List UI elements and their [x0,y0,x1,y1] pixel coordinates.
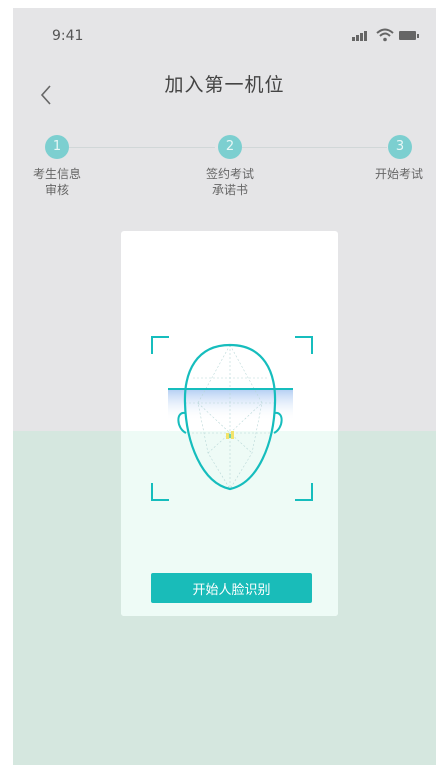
status-icons [346,28,426,44]
step-connector [242,147,387,148]
step-3-label-line1: 开始考试 [374,167,423,181]
step-2-label-line1: 签约考试 [205,167,254,181]
step-3-indicator: 3 [388,135,412,159]
step-1-label: 考生信息 审核 [22,166,92,198]
step-2-label: 签约考试 承诺书 [195,166,265,198]
step-connector [69,147,215,148]
scan-frame-corner-icon [295,483,313,501]
step-2-indicator: 2 [218,135,242,159]
step-1-label-line1: 考生信息 [32,167,81,181]
status-time: 9:41 [52,28,84,44]
wifi-icon [376,28,394,42]
scan-frame-corner-icon [151,336,169,354]
face-scan-icon [168,343,293,491]
step-1-indicator: 1 [45,135,69,159]
step-3-label: 开始考试 [364,166,434,182]
scan-frame-corner-icon [295,336,313,354]
step-1-label-line2: 审核 [44,183,69,197]
battery-icon [399,31,419,40]
phone-screen: 9:41 加入第一机位 1 2 3 考生信息 审核 签约考试 承诺书 开始考试 [13,8,436,765]
scan-frame-corner-icon [151,483,169,501]
face-recognition-card: 开始人脸识别 [121,231,338,616]
start-face-recognition-button[interactable]: 开始人脸识别 [151,573,312,603]
signal-icon [352,31,370,41]
page-title: 加入第一机位 [164,74,285,96]
step-2-label-line2: 承诺书 [211,183,248,197]
